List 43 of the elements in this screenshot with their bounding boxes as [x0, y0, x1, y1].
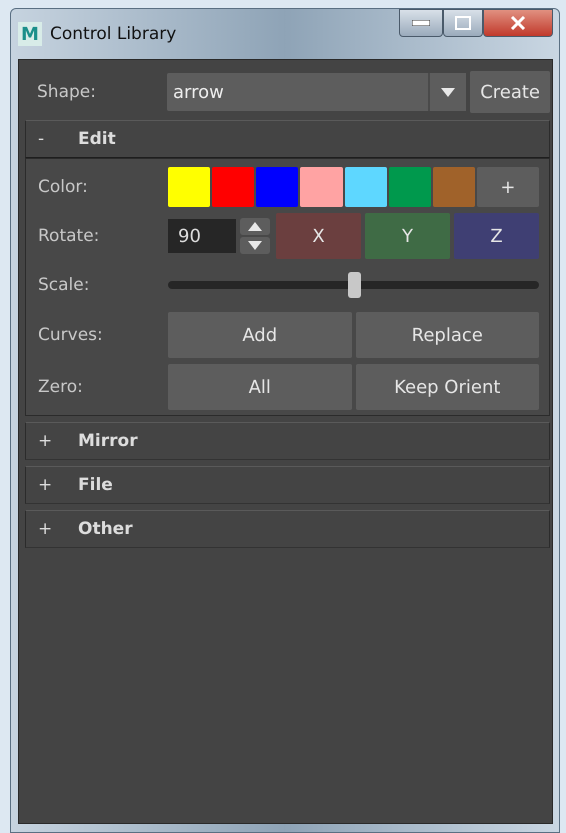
color-swatch[interactable] — [388, 167, 431, 207]
rotate-field[interactable]: 90 — [168, 219, 236, 253]
field-label: Color: — [37, 177, 89, 197]
axis-button[interactable]: Y — [365, 213, 450, 259]
caret-icon[interactable] — [428, 73, 466, 111]
section-header[interactable]: - Edit — [25, 120, 550, 158]
field-label: Rotate: — [37, 226, 100, 246]
close-button[interactable] — [483, 9, 553, 37]
app-logo-icon: M — [18, 22, 42, 46]
field-label: Zero: — [37, 377, 84, 397]
action-button[interactable]: Add — [168, 312, 352, 358]
close-icon — [510, 16, 526, 30]
create-button[interactable]: Create — [470, 71, 550, 113]
action-button[interactable]: Keep Orient — [356, 364, 539, 410]
color-swatch[interactable] — [432, 167, 475, 207]
increment-button[interactable] — [240, 218, 270, 235]
color-swatch[interactable] — [256, 167, 298, 207]
action-button[interactable]: Replace — [356, 312, 539, 358]
color-swatch[interactable] — [168, 167, 210, 207]
minimize-icon — [412, 20, 430, 26]
section-header[interactable]: + Mirror — [25, 422, 550, 460]
section-header[interactable]: + File — [25, 466, 550, 504]
axis-button[interactable]: X — [276, 213, 361, 259]
maximize-icon — [455, 16, 471, 30]
color-swatch[interactable] — [344, 167, 387, 207]
window-title: Control Library — [50, 24, 178, 44]
color-swatch[interactable] — [212, 167, 254, 207]
up-arrow-icon — [248, 222, 262, 231]
action-button[interactable]: All — [168, 364, 352, 410]
decrement-button[interactable] — [240, 237, 270, 254]
color-swatch[interactable] — [300, 167, 342, 207]
axis-button[interactable]: Z — [454, 213, 539, 259]
field-label: Scale: — [37, 275, 90, 295]
shape-dropdown[interactable]: arrow — [167, 73, 466, 111]
section-header[interactable]: + Other — [25, 510, 550, 548]
field-label: Curves: — [37, 325, 104, 345]
maximize-button[interactable] — [443, 9, 483, 37]
scale-slider[interactable] — [168, 272, 539, 298]
down-arrow-icon — [248, 241, 262, 250]
slider-thumb[interactable] — [348, 272, 360, 298]
field-label: Shape: — [36, 82, 97, 102]
add-color-button[interactable]: + — [476, 167, 539, 207]
minimize-button[interactable] — [399, 9, 443, 37]
